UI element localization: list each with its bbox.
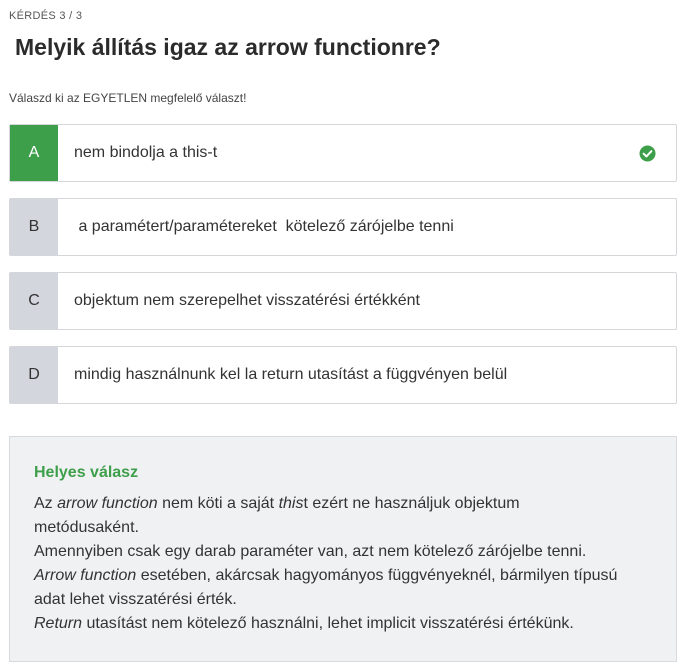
question-counter: KÉRDÉS 3 / 3 [9,10,83,22]
check-circle-icon [639,145,656,162]
option-text: nem bindolja a this-t [74,144,218,161]
option-letter: B [10,199,58,255]
answer-option-d[interactable]: D mindig használnunk kel la return utasí… [9,346,677,404]
explanation-line: Return utasítást nem kötelező használni,… [34,615,574,632]
explanation-line: Az arrow function nem köti a saját thist… [34,495,520,512]
option-letter: C [10,273,58,329]
explanation-panel: Helyes válasz Az arrow function nem köti… [9,436,677,662]
answer-option-a[interactable]: A nem bindolja a this-t [9,124,677,182]
quiz-page: KÉRDÉS 3 / 3 Melyik állítás igaz az arro… [0,0,689,671]
option-text: objektum nem szerepelhet visszatérési ér… [74,292,420,309]
explanation-line: Amennyiben csak egy darab paraméter van,… [34,543,587,560]
answer-option-c[interactable]: C objektum nem szerepelhet visszatérési … [9,272,677,330]
answer-option-b[interactable]: B a paramétert/paramétereket kötelező zá… [9,198,677,256]
explanation-line: metódusaként. [34,519,139,536]
explanation-line: Arrow function esetében, akárcsak hagyom… [34,567,618,584]
explanation-line: adat lehet visszatérési érték. [34,591,237,608]
option-text: a paramétert/paramétereket kötelező záró… [74,218,454,235]
explanation-title: Helyes válasz [34,464,139,481]
option-letter: D [10,347,58,403]
question-title: Melyik állítás igaz az arrow functionre? [15,34,441,60]
option-letter: A [10,125,58,181]
instruction-text: Válaszd ki az EGYETLEN megfelelő választ… [9,91,247,105]
option-text: mindig használnunk kel la return utasítá… [74,366,508,383]
